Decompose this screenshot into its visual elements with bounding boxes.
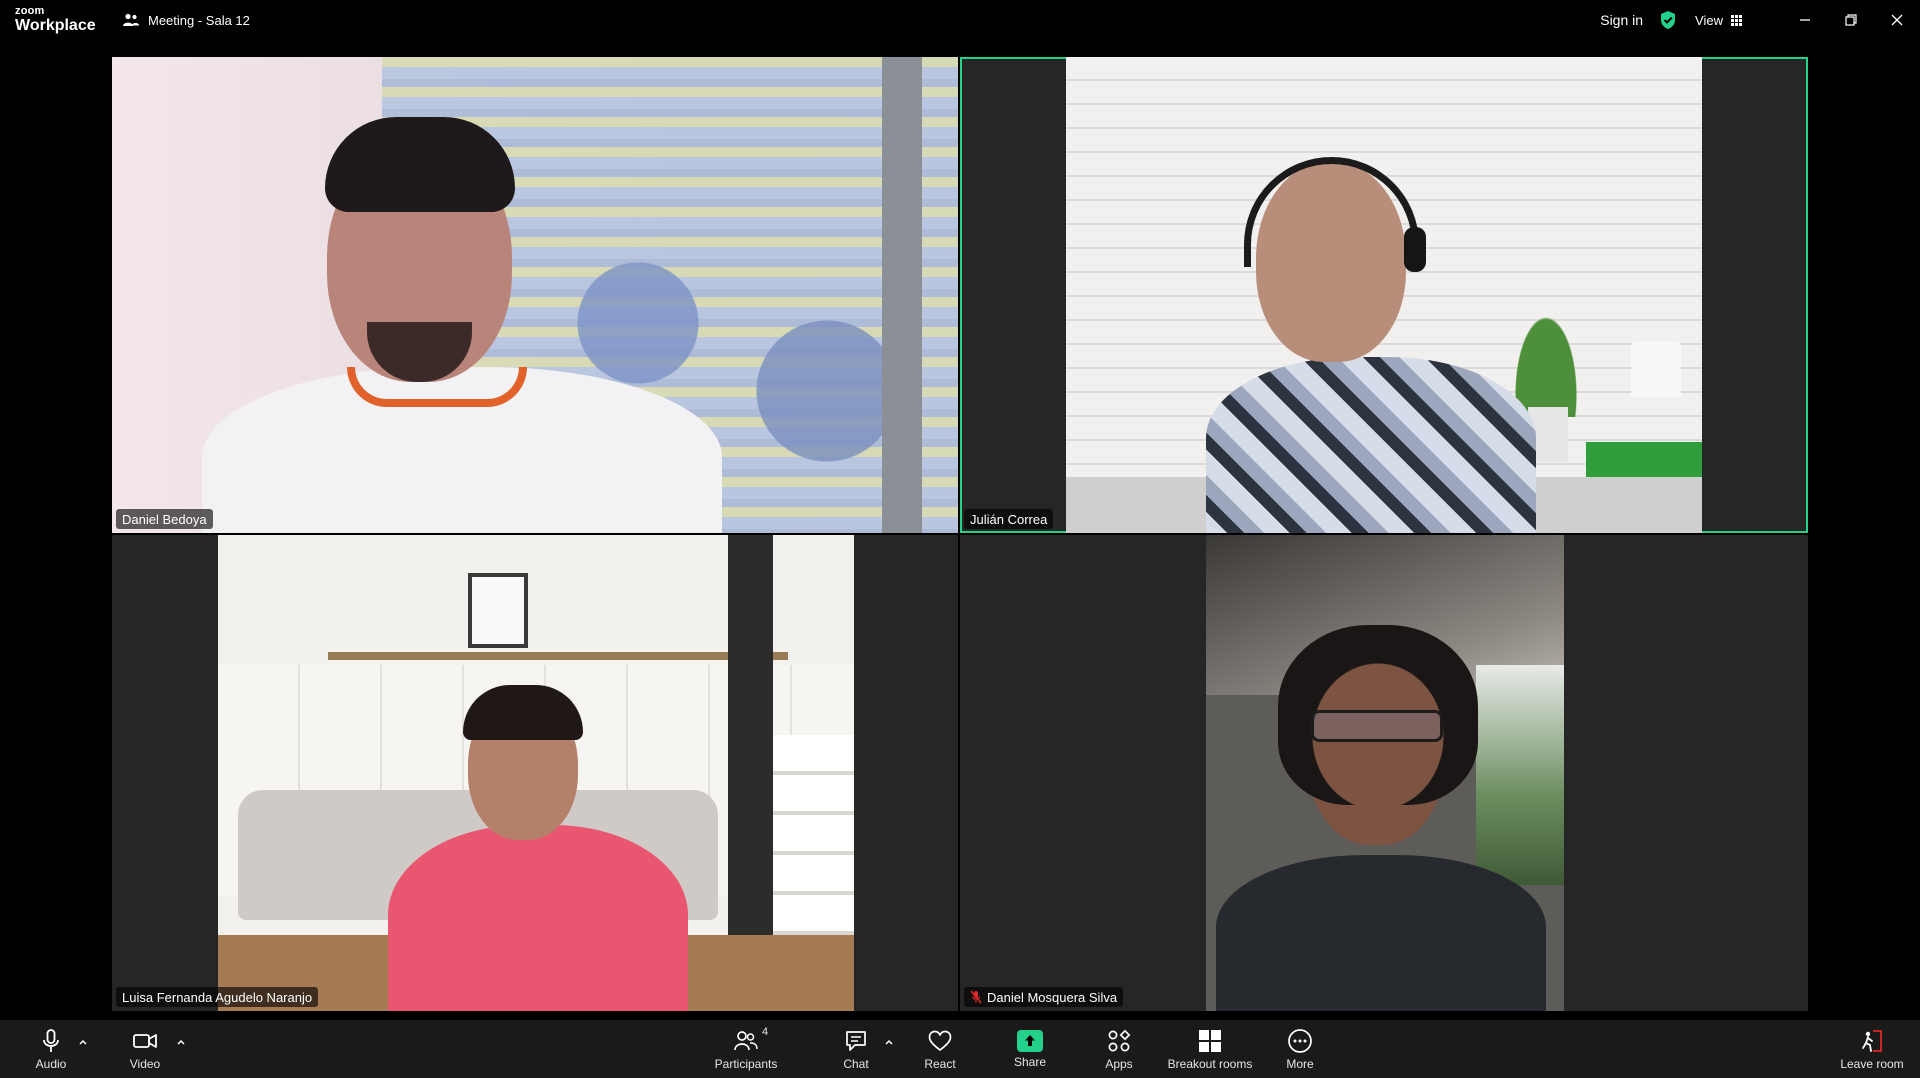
close-window-button[interactable] <box>1874 0 1920 40</box>
muted-mic-icon <box>970 990 982 1004</box>
participants-label: Participants <box>714 1056 778 1071</box>
audio-button[interactable]: Audio <box>22 1020 80 1078</box>
view-button[interactable]: View <box>1695 13 1742 28</box>
video-tile-daniel-bedoya[interactable]: Daniel Bedoya <box>112 57 958 533</box>
video-tile-julian-correa[interactable]: Julián Correa <box>960 57 1808 533</box>
chat-label: Chat <box>843 1056 869 1071</box>
minimize-button[interactable] <box>1782 0 1828 40</box>
apps-icon <box>1108 1029 1131 1051</box>
microphone-icon <box>43 1028 59 1052</box>
sign-in-link[interactable]: Sign in <box>1600 12 1643 28</box>
participant-name: Luisa Fernanda Agudelo Naranjo <box>122 989 313 1005</box>
video-feed <box>112 57 958 533</box>
zoom-workplace-logo: zoom Workplace <box>15 6 96 34</box>
participant-name: Daniel Mosquera Silva <box>987 989 1118 1005</box>
react-label: React <box>924 1056 956 1071</box>
participant-name-tag: Luisa Fernanda Agudelo Naranjo <box>116 987 319 1007</box>
meeting-toolbar: Audio Video Participants 4 Chat React Sh… <box>0 1020 1920 1078</box>
leave-icon <box>1862 1029 1882 1052</box>
video-tile-daniel-mosquera-silva[interactable]: Daniel Mosquera Silva <box>960 535 1808 1011</box>
more-button[interactable]: More <box>1274 1020 1326 1078</box>
breakout-rooms-icon <box>1199 1029 1221 1052</box>
video-options-caret[interactable] <box>176 1034 190 1048</box>
minimize-icon <box>1800 19 1810 21</box>
share-up-arrow-icon <box>1025 1034 1035 1046</box>
leave-room-button[interactable]: Leave room <box>1832 1020 1912 1078</box>
person-body <box>1216 855 1546 1011</box>
video-feed <box>218 535 854 1011</box>
wooden-shelf <box>328 652 788 660</box>
logo-workplace-text: Workplace <box>15 17 96 34</box>
breakout-rooms-label: Breakout rooms <box>1167 1056 1253 1071</box>
grid-icon <box>1731 14 1742 26</box>
participant-name: Julián Correa <box>970 511 1048 527</box>
people-icon <box>123 13 139 26</box>
share-label: Share <box>1013 1054 1047 1069</box>
bookshelf <box>773 735 854 935</box>
leave-room-label: Leave room <box>1840 1056 1904 1071</box>
plant <box>1511 307 1581 417</box>
video-feed <box>1206 535 1564 1011</box>
participant-name-tag: Daniel Bedoya <box>116 509 213 529</box>
logo-zoom-text: zoom <box>15 5 45 17</box>
camera-icon <box>133 1033 157 1048</box>
video-gallery: Daniel Bedoya Julián Correa Luisa Fernan… <box>0 40 1920 1020</box>
chevron-up-icon <box>177 1039 185 1045</box>
audio-options-caret[interactable] <box>78 1034 92 1048</box>
participants-button[interactable]: Participants <box>706 1020 786 1078</box>
chat-options-caret[interactable] <box>884 1034 898 1048</box>
restore-icon <box>1845 14 1857 26</box>
door-frame <box>882 57 922 533</box>
heart-icon <box>928 1030 952 1051</box>
person-body <box>1206 357 1536 533</box>
shield-check-icon[interactable] <box>1659 10 1677 30</box>
apps-label: Apps <box>1105 1056 1133 1071</box>
view-label: View <box>1695 12 1723 28</box>
restore-button[interactable] <box>1828 0 1874 40</box>
participants-count: 4 <box>762 1026 769 1038</box>
close-icon <box>1891 14 1903 26</box>
headset-earpiece <box>1404 227 1426 272</box>
title-bar-controls: Sign in View <box>1600 0 1920 40</box>
participants-icon <box>734 1030 758 1050</box>
participant-name-tag: Julián Correa <box>964 509 1054 529</box>
video-feed <box>1066 57 1702 533</box>
glasses <box>1311 710 1443 742</box>
participant-name-tag: Daniel Mosquera Silva <box>964 987 1124 1007</box>
meeting-title-text: Meeting - Sala 12 <box>148 12 250 28</box>
chat-button[interactable]: Chat <box>830 1020 882 1078</box>
share-icon-box <box>1017 1029 1043 1052</box>
mug <box>1631 342 1681 397</box>
video-label: Video <box>129 1056 161 1071</box>
chevron-up-icon <box>885 1039 893 1045</box>
person-body <box>388 825 688 1011</box>
video-tile-luisa-fernanda-agudelo-naranjo[interactable]: Luisa Fernanda Agudelo Naranjo <box>112 535 958 1011</box>
apps-button[interactable]: Apps <box>1093 1020 1145 1078</box>
chevron-up-icon <box>79 1039 87 1045</box>
sky-trees <box>1476 665 1564 885</box>
participant-name: Daniel Bedoya <box>122 511 207 527</box>
breakout-rooms-button[interactable]: Breakout rooms <box>1162 1020 1258 1078</box>
react-button[interactable]: React <box>914 1020 966 1078</box>
picture-frame <box>468 573 528 648</box>
audio-label: Audio <box>35 1056 67 1071</box>
meeting-title[interactable]: Meeting - Sala 12 <box>122 12 250 28</box>
more-label: More <box>1286 1056 1314 1071</box>
title-bar: zoom Workplace Meeting - Sala 12 Sign in… <box>0 0 1920 40</box>
video-button[interactable]: Video <box>116 1020 174 1078</box>
more-dots-icon <box>1288 1028 1312 1053</box>
person-hair <box>325 117 515 212</box>
chat-icon <box>846 1030 866 1051</box>
share-button[interactable]: Share <box>1004 1020 1056 1078</box>
